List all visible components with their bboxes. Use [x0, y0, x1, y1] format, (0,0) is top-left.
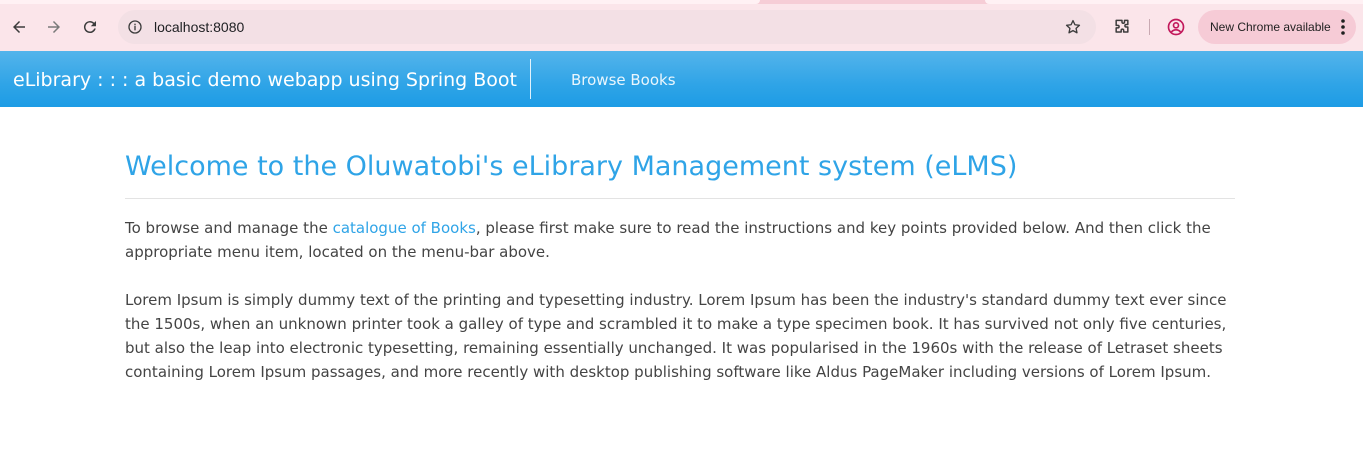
- reload-icon: [83, 21, 96, 34]
- star-icon[interactable]: [1064, 18, 1082, 36]
- site-navbar: eLibrary : : : a basic demo webapp using…: [0, 51, 1363, 107]
- browser-chrome: localhost:8080 New Chrome available: [0, 0, 1363, 51]
- chrome-update-button[interactable]: New Chrome available: [1198, 10, 1356, 44]
- toolbar-separator: [1149, 19, 1150, 35]
- catalogue-link[interactable]: catalogue of Books: [333, 219, 476, 237]
- address-bar[interactable]: localhost:8080: [118, 10, 1096, 44]
- lorem-paragraph: Lorem Ipsum is simply dummy text of the …: [125, 291, 1227, 381]
- browser-toolbar: localhost:8080 New Chrome available: [0, 6, 1363, 48]
- arrow-left-icon: [13, 21, 25, 33]
- page-title: Welcome to the Oluwatobi's eLibrary Mana…: [125, 151, 1018, 182]
- tab-area: [0, 0, 760, 4]
- url-text[interactable]: localhost:8080: [154, 18, 244, 36]
- tab-area: [985, 0, 1363, 4]
- update-label: New Chrome available: [1210, 20, 1331, 34]
- nav-link-browse-books[interactable]: Browse Books: [571, 70, 676, 90]
- puzzle-icon[interactable]: [1112, 17, 1132, 37]
- main-content: Welcome to the Oluwatobi's eLibrary Mana…: [125, 107, 1235, 384]
- back-button[interactable]: [6, 14, 32, 40]
- reload-button[interactable]: [77, 14, 103, 40]
- tab-strip: [0, 0, 1363, 4]
- intro-text-before: To browse and manage the: [125, 219, 333, 237]
- arrow-right-icon: [48, 21, 60, 33]
- intro-paragraph: To browse and manage the catalogue of Bo…: [125, 216, 1235, 264]
- info-icon[interactable]: [126, 18, 144, 36]
- forward-button[interactable]: [41, 14, 67, 40]
- navbar-divider: [530, 59, 531, 99]
- navbar-brand[interactable]: eLibrary : : : a basic demo webapp using…: [13, 68, 517, 92]
- profile-icon[interactable]: [1166, 17, 1186, 37]
- title-divider: [125, 198, 1235, 199]
- more-vert-icon: [1340, 18, 1346, 36]
